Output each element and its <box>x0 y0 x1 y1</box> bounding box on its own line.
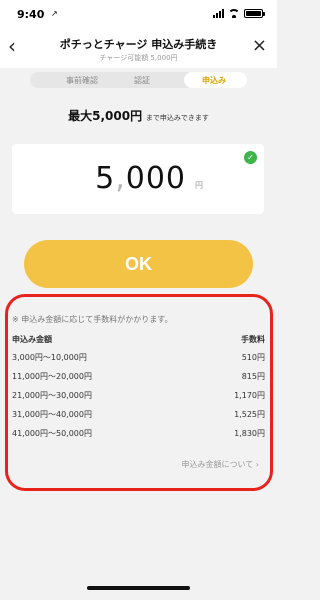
fee-amount: 510円 <box>241 353 265 362</box>
cellular-signal-icon <box>213 9 224 18</box>
max-amount-text: 最大5,000円 まで申込みできます <box>0 107 277 124</box>
amount-info-link[interactable]: 申込み金額について › <box>181 459 259 470</box>
battery-icon <box>244 9 265 18</box>
amount-thousands: 5 <box>95 161 116 196</box>
step-apply: 申込み <box>202 76 226 85</box>
ok-button[interactable]: OK <box>24 240 253 288</box>
amount-value: 5,000 <box>95 161 186 196</box>
screen: 9:40 ↗ ‹ ポチっとチャージ 申込み手続き チャージ可能額 5,000円 … <box>0 0 277 600</box>
step-authentication: 認証 <box>134 76 150 85</box>
column-fee: 手数料 <box>241 335 265 344</box>
fee-row: 21,000円〜30,000円 1,170円 <box>12 390 265 400</box>
fee-amount: 1,525円 <box>234 410 265 419</box>
location-arrow-icon: ↗ <box>51 9 58 18</box>
amount-separator: , <box>115 161 126 196</box>
limit-prefix: 最大 <box>68 109 93 123</box>
status-icons <box>213 9 265 18</box>
fee-amount: 1,170円 <box>234 391 265 400</box>
fee-range: 41,000円〜50,000円 <box>12 429 92 438</box>
check-circle-icon: ✓ <box>244 151 257 164</box>
fee-table-header: 申込み金額 手数料 <box>12 334 265 345</box>
step-indicator: 事前確認 認証 申込み <box>0 68 277 92</box>
home-indicator <box>87 586 190 590</box>
fee-row: 31,000円〜40,000円 1,525円 <box>12 409 265 419</box>
nav-header: ‹ ポチっとチャージ 申込み手続き チャージ可能額 5,000円 × <box>0 30 277 68</box>
clock: 9:40 <box>17 8 45 21</box>
fee-range: 31,000円〜40,000円 <box>12 410 92 419</box>
amount-input-field[interactable]: ✓ 5,000 円 <box>12 144 264 214</box>
status-bar: 9:40 ↗ <box>0 0 277 30</box>
chargeable-amount-subtitle: チャージ可能額 5,000円 <box>99 54 178 62</box>
fee-amount: 815円 <box>241 372 265 381</box>
close-icon[interactable]: × <box>252 36 267 56</box>
limit-suffix: まで申込みできます <box>145 114 209 122</box>
column-amount: 申込み金額 <box>12 335 52 344</box>
step-pre-confirm: 事前確認 <box>66 76 98 85</box>
wifi-icon <box>228 9 240 18</box>
fee-row: 3,000円〜10,000円 510円 <box>12 352 265 362</box>
fee-note: ※ 申込み金額に応じて手数料がかかります。 <box>12 315 173 324</box>
fee-amount: 1,830円 <box>234 429 265 438</box>
fee-row: 41,000円〜50,000円 1,830円 <box>12 428 265 438</box>
back-chevron-icon[interactable]: ‹ <box>8 36 16 56</box>
fee-row: 11,000円〜20,000円 815円 <box>12 371 265 381</box>
step-track: 事前確認 認証 申込み <box>30 72 247 88</box>
limit-amount: 5,000円 <box>92 109 143 123</box>
amount-rest: 000 <box>125 161 186 196</box>
page-title: ポチっとチャージ 申込み手続き <box>59 38 218 51</box>
fee-range: 3,000円〜10,000円 <box>12 353 87 362</box>
fee-range: 21,000円〜30,000円 <box>12 391 92 400</box>
fee-range: 11,000円〜20,000円 <box>12 372 92 381</box>
currency-unit: 円 <box>195 181 203 190</box>
